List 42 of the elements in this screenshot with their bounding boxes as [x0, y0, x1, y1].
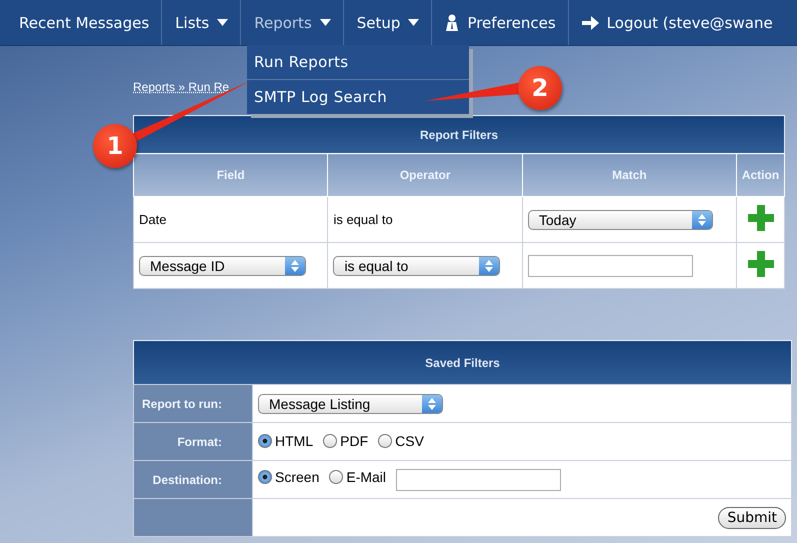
stepper-icon [698, 214, 706, 226]
table-title: Report Filters [134, 116, 784, 154]
caret-icon [408, 19, 420, 26]
menu-item[interactable]: SMTP Log Search [247, 80, 469, 114]
stepper-icon [291, 260, 299, 272]
caret-icon [320, 19, 331, 26]
stepper-icon [485, 260, 494, 272]
annotation-badge: 2 [518, 66, 562, 110]
select-field[interactable]: Today [528, 210, 713, 230]
select-field[interactable]: Message Listing [258, 394, 443, 414]
nav-item[interactable]: Logout (steve@swane [568, 0, 785, 45]
field-label: Format: [134, 422, 252, 460]
add-icon[interactable] [748, 205, 774, 231]
column-header: Match [522, 154, 736, 196]
match-field[interactable] [528, 254, 693, 276]
email-field[interactable] [396, 468, 562, 490]
breadcrumb[interactable]: Reports » Run Re [133, 80, 230, 94]
submit-button[interactable]: Submit [718, 506, 786, 528]
table-title: Saved Filters [134, 340, 792, 384]
select-field[interactable]: Message ID [139, 256, 306, 276]
nav-item[interactable]: Recent Messages [0, 0, 162, 45]
add-icon[interactable] [748, 251, 774, 277]
radio-option[interactable]: PDF [323, 432, 368, 448]
radio-option[interactable]: CSV [378, 432, 424, 448]
arrow-icon [582, 16, 599, 30]
radio-option[interactable]: Screen [258, 469, 320, 485]
stepper-icon [428, 398, 436, 410]
person-icon [445, 14, 460, 31]
column-header: Action [736, 154, 784, 196]
table-cell: Date [139, 212, 166, 227]
nav-item[interactable]: Lists [162, 0, 242, 45]
caret-icon [217, 19, 228, 26]
radio-option[interactable]: E-Mail [329, 469, 386, 485]
select-field[interactable]: is equal to [333, 256, 500, 276]
field-label: Report to run: [134, 384, 252, 422]
field-label: Destination: [134, 460, 252, 498]
column-header: Field [134, 154, 328, 196]
table-cell: is equal to [333, 212, 393, 227]
column-header: Operator [328, 154, 522, 196]
radio-option[interactable]: HTML [258, 432, 314, 448]
annotation-badge: 1 [93, 124, 137, 168]
menu-item[interactable]: Run Reports [247, 45, 469, 80]
